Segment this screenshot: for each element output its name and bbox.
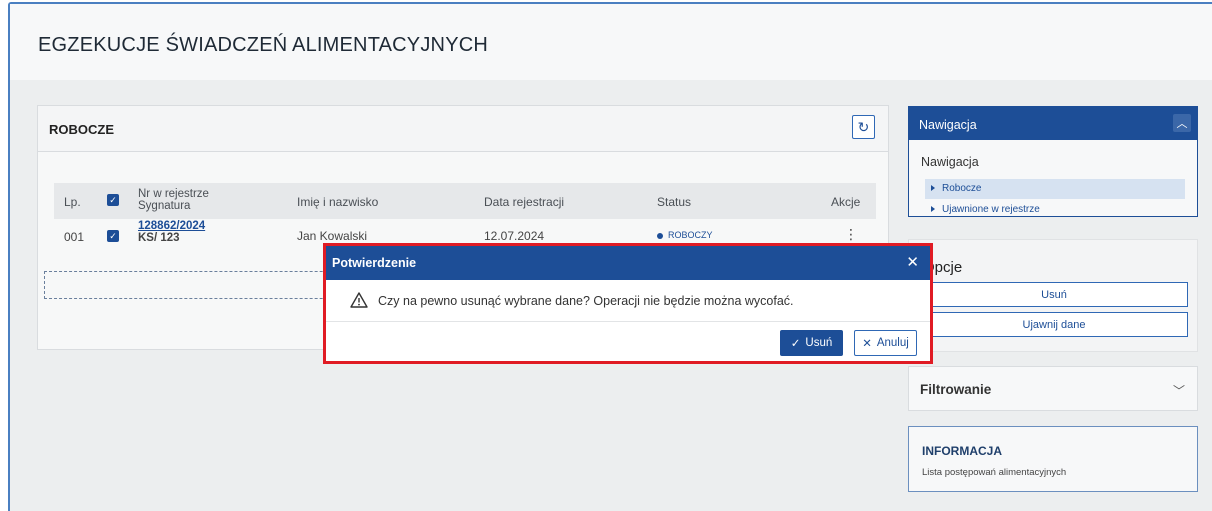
cancel-button[interactable]: ✕ Anuluj bbox=[854, 330, 917, 356]
refresh-button[interactable]: ↻ bbox=[852, 115, 875, 139]
select-all-checkbox[interactable]: ✓ bbox=[107, 194, 119, 206]
navigation-subtitle: Nawigacja bbox=[921, 155, 979, 169]
navigation-header-label: Nawigacja bbox=[919, 118, 977, 132]
row-sygnatura: KS/ 123 bbox=[138, 232, 180, 244]
page-header: EGZEKUCJE ŚWIADCZEŃ ALIMENTACYJNYCH bbox=[10, 4, 1212, 80]
col-sygnatura-label: Sygnatura bbox=[138, 200, 191, 212]
caret-right-icon bbox=[931, 206, 935, 213]
row-name: Jan Kowalski bbox=[297, 229, 368, 243]
status-dot-icon bbox=[657, 232, 663, 239]
row-checkbox[interactable]: ✓ bbox=[107, 230, 119, 242]
close-icon: ✕ bbox=[862, 338, 872, 350]
filter-panel[interactable]: Filtrowanie ﹀ bbox=[908, 366, 1198, 411]
navigation-panel: Nawigacja ︿ Nawigacja Robocze Ujawnione … bbox=[908, 106, 1198, 217]
nav-item-robocze[interactable]: Robocze bbox=[925, 179, 1185, 199]
row-lp: 001 bbox=[64, 230, 85, 244]
cancel-label: Anuluj bbox=[876, 337, 909, 349]
robocze-title: ROBOCZE bbox=[49, 122, 114, 137]
page-title: EGZEKUCJE ŚWIADCZEŃ ALIMENTACYJNYCH bbox=[38, 34, 489, 56]
status-label: ROBOCZY bbox=[668, 230, 713, 240]
row-actions-menu[interactable]: ⋮ bbox=[844, 226, 858, 243]
chevron-up-icon[interactable]: ︿ bbox=[1173, 114, 1191, 132]
nav-item-ujawnione[interactable]: Ujawnione w rejestrze bbox=[925, 200, 1185, 220]
col-name: Imię i nazwisko bbox=[297, 195, 379, 209]
info-panel: INFORMACJA Lista postępowań alimentacyjn… bbox=[908, 426, 1198, 492]
nav-item-label: Ujawnione w rejestrze bbox=[942, 204, 1040, 215]
options-panel: Opcje Usuń Ujawnij dane bbox=[908, 239, 1198, 352]
row-date: 12.07.2024 bbox=[484, 229, 545, 243]
chevron-down-icon[interactable]: ﹀ bbox=[1173, 382, 1185, 399]
dialog-header: Potwierdzenie ✕ bbox=[326, 246, 930, 280]
col-date: Data rejestracji bbox=[484, 195, 565, 209]
info-title: INFORMACJA bbox=[922, 444, 1002, 458]
dialog-body: Czy na pewno usunąć wybrane dane? Operac… bbox=[326, 280, 930, 322]
reveal-data-button[interactable]: Ujawnij dane bbox=[920, 312, 1188, 337]
check-icon: ✓ bbox=[790, 338, 801, 350]
caret-right-icon bbox=[931, 185, 935, 192]
nav-item-label: Robocze bbox=[942, 183, 982, 194]
warning-icon bbox=[350, 292, 368, 308]
navigation-header[interactable]: Nawigacja ︿ bbox=[909, 107, 1197, 140]
info-text: Lista postępowań alimentacyjnych bbox=[922, 467, 1067, 478]
filter-title: Filtrowanie bbox=[920, 382, 992, 397]
col-nr-label: Nr w rejestrze bbox=[138, 188, 209, 200]
confirm-delete-button[interactable]: ✓ Usuń bbox=[780, 330, 843, 356]
app-frame: EGZEKUCJE ŚWIADCZEŃ ALIMENTACYJNYCH ROBO… bbox=[8, 2, 1212, 511]
row-nr-cell: 128862/2024 KS/ 123 bbox=[138, 220, 205, 244]
refresh-icon: ↻ bbox=[857, 118, 870, 135]
col-actions: Akcje bbox=[831, 195, 861, 209]
dialog-title: Potwierdzenie bbox=[332, 256, 417, 270]
col-lp: Lp. bbox=[64, 195, 81, 209]
close-icon[interactable]: ✕ bbox=[906, 253, 919, 271]
robocze-header: ROBOCZE ↻ bbox=[38, 106, 888, 152]
table-header: Lp. ✓ Nr w rejestrze Sygnatura Imię i na… bbox=[54, 183, 876, 219]
col-status: Status bbox=[657, 195, 692, 209]
confirmation-dialog: Potwierdzenie ✕ Czy na pewno usunąć wybr… bbox=[323, 243, 933, 364]
row-nr-link[interactable]: 128862/2024 bbox=[138, 220, 205, 232]
delete-button[interactable]: Usuń bbox=[920, 282, 1188, 307]
confirm-label: Usuń bbox=[805, 337, 833, 349]
dialog-message: Czy na pewno usunąć wybrane dane? Operac… bbox=[378, 294, 794, 308]
col-nr: Nr w rejestrze Sygnatura bbox=[138, 188, 209, 212]
row-status: ROBOCZY bbox=[657, 230, 713, 240]
